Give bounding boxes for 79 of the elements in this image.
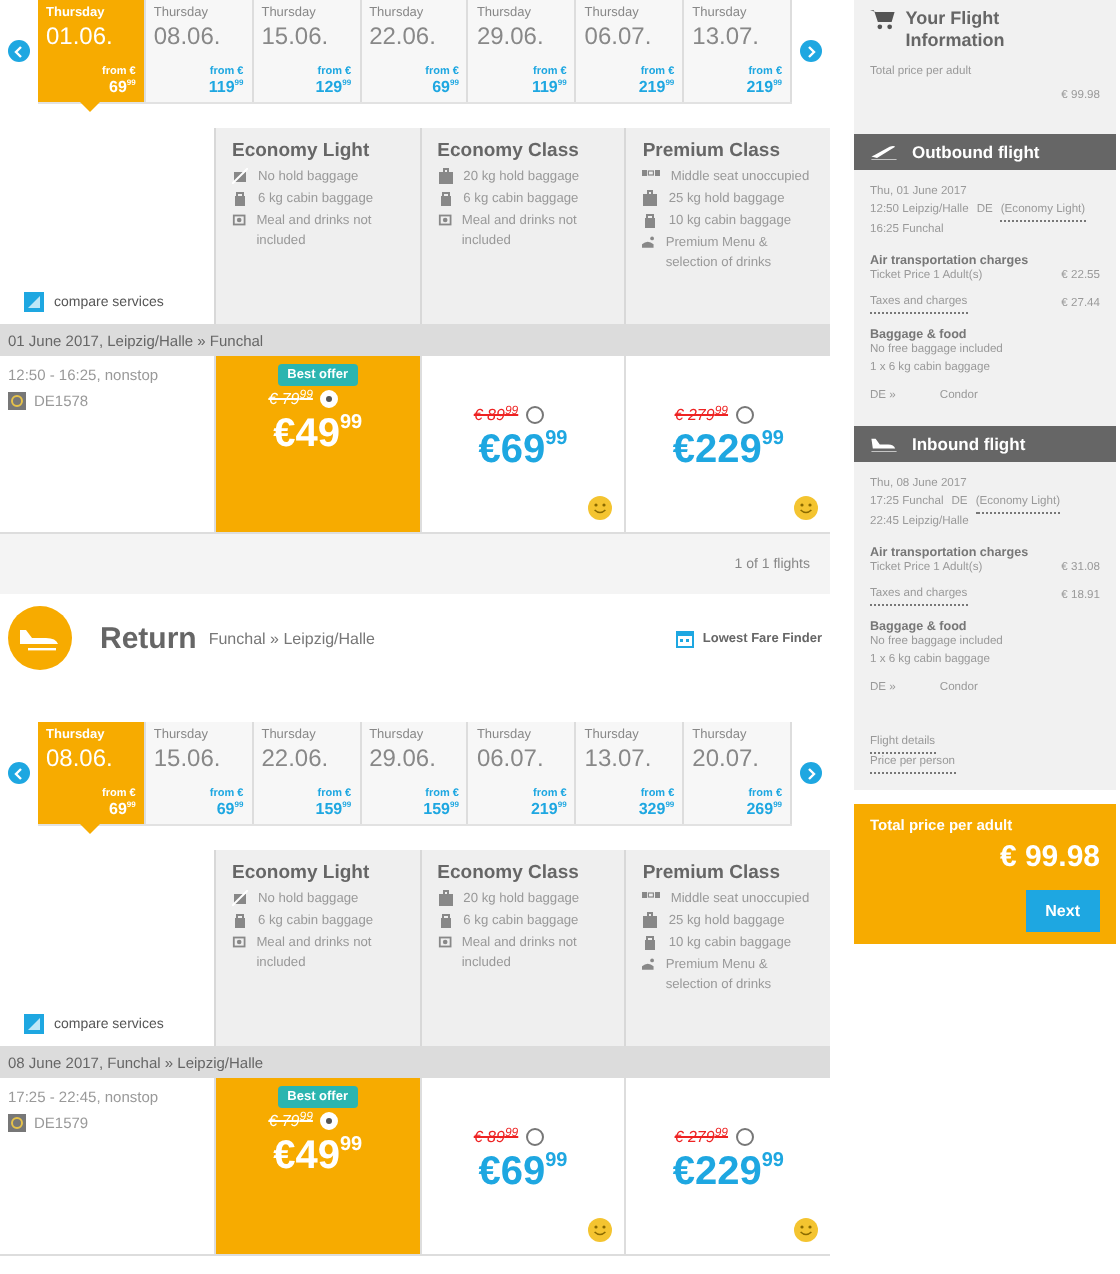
total-price: € 99.98	[999, 840, 1100, 874]
suitcase-icon	[437, 890, 454, 906]
fare-price: €49$^{99}$	[273, 412, 363, 458]
bag-icon	[642, 212, 659, 228]
suitcase-icon	[642, 912, 659, 928]
fare-name: Economy Light	[232, 862, 372, 884]
date: 01.06.	[46, 21, 115, 49]
old-price: € 89$^{99}$	[473, 1128, 519, 1146]
fare-name: Economy Class	[437, 140, 581, 162]
bag-icon	[642, 934, 659, 950]
previous-button[interactable]	[8, 762, 30, 784]
bag-icon	[232, 912, 248, 928]
meal-tray-icon	[437, 934, 452, 950]
fare-offer[interactable]: € 89$^{99}$ €69$^{99}$	[419, 1078, 625, 1254]
airline-logo-icon	[8, 392, 26, 410]
meal-tray-icon	[232, 934, 247, 950]
date: 13.07.	[584, 743, 654, 771]
date: 15.06.	[261, 21, 331, 49]
suitcase-icon	[437, 168, 454, 184]
fare-price: €69$^{99}$	[478, 428, 568, 474]
route-text: Funchal » Leipzig/Halle	[208, 629, 376, 647]
compare-icon	[24, 292, 44, 312]
fare-price: €229$^{99}$	[672, 428, 784, 474]
fare-price: €69$^{99}$	[478, 1150, 568, 1196]
fare-price: €49$^{99}$	[273, 1134, 363, 1180]
next-button[interactable]: Next	[1025, 890, 1100, 932]
old-price: € 89$^{99}$	[473, 406, 519, 424]
airline-logo-icon	[8, 1114, 26, 1132]
fare-name: Premium Class	[642, 140, 782, 162]
calendar-icon	[676, 629, 695, 647]
bag-icon	[232, 190, 248, 206]
leg-header: Outbound flight	[854, 134, 1116, 170]
seats-icon	[642, 890, 661, 900]
date: 20.07.	[692, 743, 762, 771]
meal-tray-icon	[232, 212, 247, 228]
crossed-bag-icon	[232, 890, 248, 906]
meal-tray-icon	[437, 212, 452, 228]
bag-icon	[437, 190, 454, 206]
chevron-left-icon	[14, 767, 24, 779]
date: 29.06.	[369, 743, 438, 771]
date: 06.07.	[584, 21, 654, 49]
fare-name: Economy Light	[232, 140, 372, 162]
leg-header: Inbound flight	[854, 426, 1116, 462]
fare-price: €229$^{99}$	[672, 1150, 784, 1196]
seats-icon	[642, 168, 661, 178]
bag-icon	[437, 912, 454, 928]
section-title: Return	[100, 621, 197, 655]
compare-icon	[24, 1014, 44, 1034]
crossed-bag-icon	[232, 168, 248, 184]
cart-icon	[870, 8, 896, 30]
old-price: € 79$^{99}$	[268, 1112, 313, 1130]
panel-title: Your Flight Information	[905, 8, 1007, 52]
old-price: € 279$^{99}$	[674, 1128, 729, 1146]
old-price: € 79$^{99}$	[268, 390, 313, 408]
chevron-right-icon	[806, 45, 816, 57]
radio-button[interactable]	[526, 406, 545, 424]
date: 08.06.	[153, 21, 223, 49]
date: 06.07.	[476, 743, 546, 771]
old-price: € 279$^{99}$	[674, 406, 729, 424]
landing-plane-icon	[870, 435, 898, 453]
fare-offer[interactable]: € 89$^{99}$ €69$^{99}$	[419, 356, 625, 532]
date: 13.07.	[692, 21, 762, 49]
radio-button[interactable]	[526, 1128, 545, 1146]
previous-button[interactable]	[8, 40, 30, 62]
landing-plane-icon	[8, 606, 72, 670]
chevron-left-icon	[14, 45, 24, 57]
suitcase-icon	[642, 190, 659, 206]
date: 15.06.	[153, 743, 223, 771]
date: 08.06.	[46, 743, 115, 771]
next-button[interactable]	[800, 40, 822, 62]
fare-name: Economy Class	[437, 862, 581, 884]
date: 22.06.	[261, 743, 331, 771]
radio-button[interactable]	[736, 406, 755, 424]
radio-button[interactable]	[736, 1128, 755, 1146]
date: 29.06.	[476, 21, 546, 49]
next-button[interactable]	[800, 762, 822, 784]
fare-name: Premium Class	[642, 862, 782, 884]
chevron-right-icon	[806, 767, 816, 779]
date: 22.06.	[369, 21, 438, 49]
